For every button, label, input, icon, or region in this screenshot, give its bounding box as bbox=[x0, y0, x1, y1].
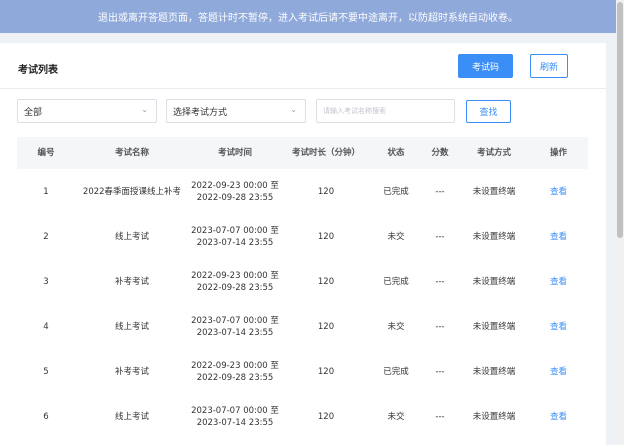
column-header: 状态 bbox=[387, 148, 405, 158]
exam-id: 4 bbox=[43, 321, 49, 332]
exam-mode: 未设置终端 bbox=[472, 186, 516, 197]
search-button[interactable]: 查找 bbox=[466, 100, 511, 123]
exam-name: 补考考试 bbox=[114, 276, 149, 287]
exam-time: 2022-09-23 00:00 至 2022-09-28 23:55 bbox=[189, 360, 281, 384]
exam-status: 已完成 bbox=[383, 276, 409, 287]
exam-id: 1 bbox=[43, 186, 49, 197]
exam-time-start: 2023-07-07 00:00 至 bbox=[191, 315, 279, 326]
exam-id: 3 bbox=[43, 276, 49, 287]
exam-time-start: 2022-09-23 00:00 至 bbox=[191, 360, 279, 371]
exam-time-end: 2022-09-28 23:55 bbox=[196, 282, 274, 293]
exam-time-start: 2022-09-23 00:00 至 bbox=[191, 270, 279, 281]
exam-mode-select[interactable]: 选择考试方式 ⌄ bbox=[166, 99, 306, 123]
exam-time-start: 2023-07-07 00:00 至 bbox=[191, 225, 279, 236]
exam-code-button[interactable]: 考试码 bbox=[458, 54, 513, 78]
view-link[interactable]: 查看 bbox=[529, 366, 588, 378]
table-row: 6 线上考试 2023-07-07 00:00 至 2023-07-14 23:55 1… bbox=[17, 394, 588, 439]
column-header: 考试名称 bbox=[114, 148, 149, 158]
exam-time-start: 2022-09-23 00:00 至 bbox=[191, 180, 279, 191]
chevron-down-icon: ⌄ bbox=[290, 105, 297, 114]
column-header: 考试时长（分钟） bbox=[291, 148, 360, 158]
exam-duration: 120 bbox=[317, 186, 335, 197]
refresh-button[interactable]: 刷新 bbox=[530, 54, 568, 78]
page-title: 考试列表 bbox=[18, 65, 58, 76]
exam-mode: 未设置终端 bbox=[472, 231, 516, 242]
exam-status: 已完成 bbox=[383, 366, 409, 377]
column-header: 操作 bbox=[549, 148, 567, 158]
exam-duration: 120 bbox=[317, 321, 335, 332]
status-select-value: 全部 bbox=[24, 107, 43, 118]
exam-score: --- bbox=[435, 366, 445, 377]
view-link[interactable]: 查看 bbox=[529, 411, 588, 423]
column-header: 编号 bbox=[37, 148, 55, 158]
exam-id: 2 bbox=[43, 231, 49, 242]
exam-mode: 未设置终端 bbox=[472, 411, 516, 422]
search-placeholder: 请输入考试名称搜索 bbox=[323, 107, 386, 115]
view-link[interactable]: 查看 bbox=[529, 276, 588, 288]
exam-score: --- bbox=[435, 186, 445, 197]
chevron-down-icon: ⌄ bbox=[141, 105, 148, 114]
exam-time: 2022-09-23 00:00 至 2022-09-28 23:55 bbox=[189, 180, 281, 204]
exam-time-end: 2023-07-14 23:55 bbox=[196, 237, 274, 248]
notice-banner: 退出或离开答题页面，答题计时不暂停，进入考试后请不要中途离开，以防超时系统自动收… bbox=[0, 0, 616, 33]
table-row: 4 线上考试 2023-07-07 00:00 至 2023-07-14 23:55 1… bbox=[17, 304, 588, 349]
exam-time: 2023-07-07 00:00 至 2023-07-14 23:55 bbox=[189, 405, 281, 429]
exam-time-start: 2023-07-07 00:00 至 bbox=[191, 405, 279, 416]
exam-status: 未交 bbox=[387, 321, 405, 332]
exam-name: 线上考试 bbox=[114, 231, 149, 242]
exam-time-end: 2022-09-28 23:55 bbox=[196, 372, 274, 383]
exam-status: 未交 bbox=[387, 411, 405, 422]
exam-name: 补考考试 bbox=[114, 366, 149, 377]
status-select[interactable]: 全部 ⌄ bbox=[17, 99, 157, 123]
search-input[interactable]: 请输入考试名称搜索 bbox=[316, 99, 455, 123]
notice-text: 退出或离开答题页面，答题计时不暂停，进入考试后请不要中途离开，以防超时系统自动收… bbox=[98, 13, 518, 24]
view-link[interactable]: 查看 bbox=[529, 186, 588, 198]
exam-status: 已完成 bbox=[383, 186, 409, 197]
exam-name: 线上考试 bbox=[114, 411, 149, 422]
table-body: 1 2022春季面授课线上补考 2022-09-23 00:00 至 2022-09-… bbox=[17, 169, 588, 439]
exam-score: --- bbox=[435, 411, 445, 422]
exam-duration: 120 bbox=[317, 366, 335, 377]
exam-mode: 未设置终端 bbox=[472, 276, 516, 287]
exam-duration: 120 bbox=[317, 411, 335, 422]
column-header: 分数 bbox=[431, 148, 449, 158]
exam-name: 2022春季面授课线上补考 bbox=[82, 186, 182, 197]
column-header: 考试时间 bbox=[217, 148, 252, 158]
exam-id: 5 bbox=[43, 366, 49, 377]
exam-id: 6 bbox=[43, 411, 49, 422]
exam-duration: 120 bbox=[317, 231, 335, 242]
exam-mode-select-value: 选择考试方式 bbox=[173, 107, 228, 118]
exam-duration: 120 bbox=[317, 276, 335, 287]
scrollbar-thumb[interactable] bbox=[617, 2, 623, 238]
exam-table: 编号 考试名称 考试时间 考试时长（分钟） 状态 分数 考试方式 操作 1 202… bbox=[17, 137, 588, 439]
exam-time: 2023-07-07 00:00 至 2023-07-14 23:55 bbox=[189, 225, 281, 249]
view-link[interactable]: 查看 bbox=[529, 231, 588, 243]
table-row: 1 2022春季面授课线上补考 2022-09-23 00:00 至 2022-09-… bbox=[17, 169, 588, 214]
exam-score: --- bbox=[435, 321, 445, 332]
exam-time-end: 2023-07-14 23:55 bbox=[196, 327, 274, 338]
table-row: 2 线上考试 2023-07-07 00:00 至 2023-07-14 23:55 1… bbox=[17, 214, 588, 259]
exam-time-end: 2022-09-28 23:55 bbox=[196, 192, 274, 203]
exam-mode: 未设置终端 bbox=[472, 366, 516, 377]
column-header: 考试方式 bbox=[476, 148, 511, 158]
view-link[interactable]: 查看 bbox=[529, 321, 588, 333]
exam-mode: 未设置终端 bbox=[472, 321, 516, 332]
exam-time: 2023-07-07 00:00 至 2023-07-14 23:55 bbox=[189, 315, 281, 339]
exam-list-panel: 考试列表 考试码 刷新 全部 ⌄ 选择考试方式 ⌄ 请输入考试名称搜索 查找 编… bbox=[0, 43, 606, 445]
exam-time-end: 2023-07-14 23:55 bbox=[196, 417, 274, 428]
table-row: 5 补考考试 2022-09-23 00:00 至 2022-09-28 23:55 1… bbox=[17, 349, 588, 394]
table-header: 编号 考试名称 考试时间 考试时长（分钟） 状态 分数 考试方式 操作 bbox=[17, 137, 588, 169]
exam-score: --- bbox=[435, 276, 445, 287]
exam-time: 2022-09-23 00:00 至 2022-09-28 23:55 bbox=[189, 270, 281, 294]
exam-score: --- bbox=[435, 231, 445, 242]
table-row: 3 补考考试 2022-09-23 00:00 至 2022-09-28 23:55 1… bbox=[17, 259, 588, 304]
panel-header: 考试列表 考试码 刷新 bbox=[0, 43, 606, 89]
exam-name: 线上考试 bbox=[114, 321, 149, 332]
exam-status: 未交 bbox=[387, 231, 405, 242]
